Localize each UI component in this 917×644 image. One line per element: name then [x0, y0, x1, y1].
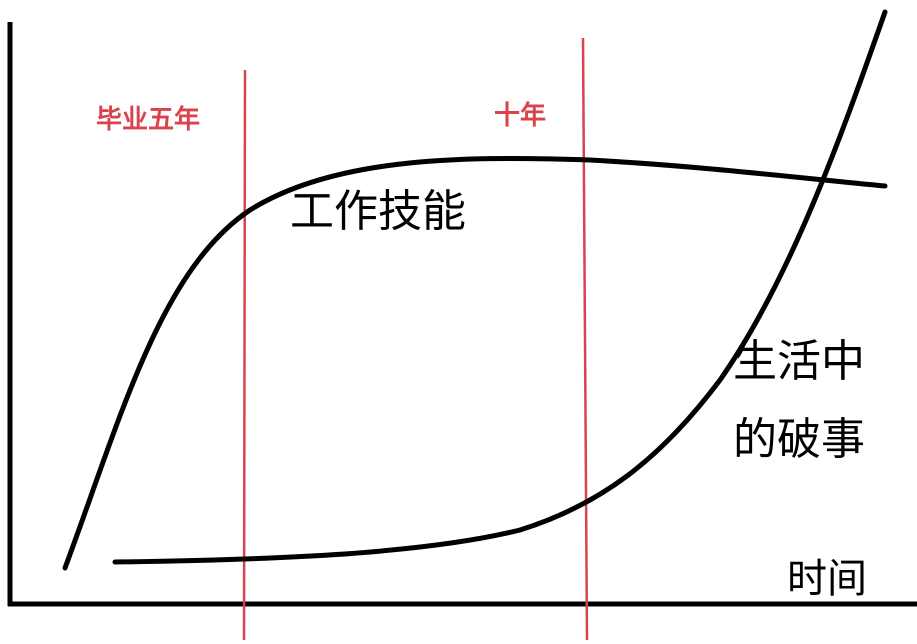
- series-label-work-skill: 工作技能: [290, 186, 466, 237]
- marker-label-five-years: 毕业五年: [96, 104, 200, 135]
- x-axis-label: 时间: [787, 556, 867, 602]
- series-line-life-chores: [112, 9, 888, 565]
- chart-canvas: 毕业五年 十年 工作技能 生活中 的破事 时间: [7, 9, 917, 641]
- marker-line-five-years: [242, 69, 247, 641]
- series-label-life-chores-line1: 生活中: [733, 336, 865, 387]
- marker-line-ten-years: [581, 37, 589, 641]
- marker-label-ten-years: 十年: [494, 100, 546, 131]
- series-label-life-chores-line2: 的破事: [733, 414, 865, 465]
